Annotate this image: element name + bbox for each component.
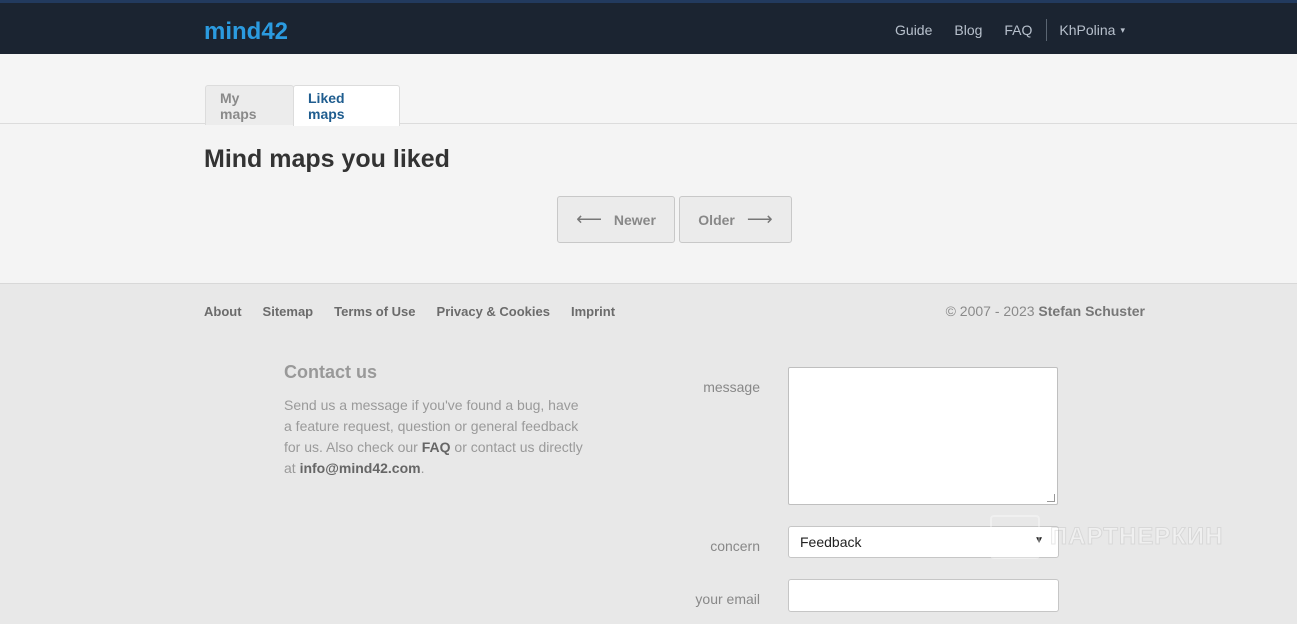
copyright-years: © 2007 - 2023 (945, 303, 1035, 319)
user-name: KhPolina (1059, 22, 1116, 38)
contact-description: Send us a message if you've found a bug,… (284, 395, 589, 479)
nav-guide-link[interactable]: Guide (895, 22, 932, 38)
faq-link[interactable]: FAQ (422, 439, 451, 455)
email-label: your email (695, 591, 760, 607)
contact-text-part: . (420, 460, 425, 476)
resize-handle-icon[interactable] (1047, 494, 1055, 502)
message-label: message (703, 379, 760, 395)
footer-link-imprint[interactable]: Imprint (571, 304, 615, 319)
arrow-left-icon: ⟵ (576, 209, 602, 229)
footer-link-sitemap[interactable]: Sitemap (263, 304, 314, 319)
svg-text:mind42: mind42 (204, 18, 288, 45)
older-label: Older (698, 211, 735, 228)
copyright-name: Stefan Schuster (1038, 303, 1145, 319)
footer-link-terms[interactable]: Terms of Use (334, 304, 415, 319)
footer-link-privacy[interactable]: Privacy & Cookies (437, 304, 550, 319)
nav-blog-link[interactable]: Blog (954, 22, 982, 38)
tab-liked-maps[interactable]: Liked maps (293, 85, 400, 126)
top-navbar: mind42 Guide Blog FAQ KhPolina ▾ (0, 0, 1297, 54)
email-input[interactable] (788, 579, 1059, 612)
footer: About Sitemap Terms of Use Privacy & Coo… (0, 283, 1297, 624)
concern-selected-value: Feedback (800, 534, 862, 550)
nav-divider (1046, 19, 1048, 41)
copyright: © 2007 - 2023 Stefan Schuster (946, 303, 1145, 319)
newer-label: Newer (613, 211, 656, 228)
nav-faq-link[interactable]: FAQ (1004, 22, 1032, 38)
watermark: ПАРТНЕРКИН (990, 515, 1224, 559)
message-textarea[interactable] (788, 367, 1058, 505)
tab-my-maps[interactable]: My maps (205, 85, 294, 125)
contact-title: Contact us (284, 362, 378, 382)
chevron-down-icon: ▾ (1120, 24, 1125, 35)
page-title: Mind maps you liked (204, 145, 450, 173)
user-menu[interactable]: KhPolina ▾ (1059, 22, 1125, 38)
concern-label: concern (710, 538, 760, 554)
older-button[interactable]: Older ⟶ (679, 196, 792, 243)
newer-button[interactable]: ⟵ Newer (557, 196, 675, 243)
footer-links: About Sitemap Terms of Use Privacy & Coo… (204, 304, 615, 319)
footer-link-about[interactable]: About (204, 304, 242, 319)
mind42-logo[interactable]: mind42 (204, 17, 294, 45)
watermark-icon (990, 515, 1040, 559)
arrow-right-icon: ⟶ (746, 209, 773, 229)
watermark-text: ПАРТНЕРКИН (1050, 523, 1224, 551)
main-nav: Guide Blog FAQ KhPolina ▾ (873, 3, 1125, 57)
email-link[interactable]: info@mind42.com (300, 460, 421, 476)
tabs-bar: My maps Liked maps (0, 54, 1297, 126)
